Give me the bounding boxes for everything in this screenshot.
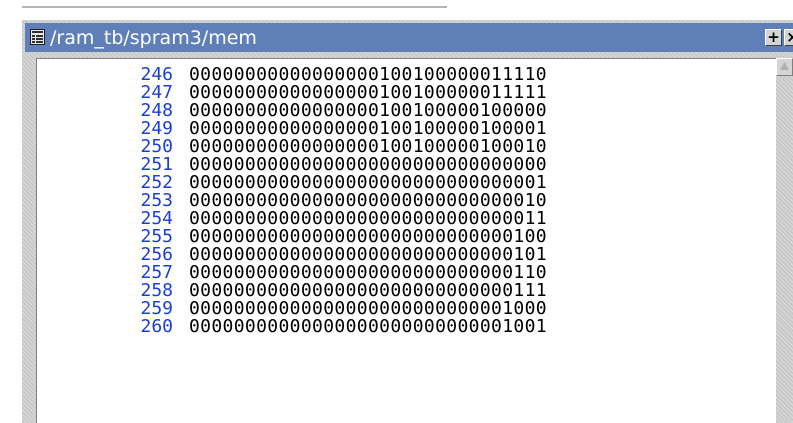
memory-address: 260 (140, 316, 173, 337)
vertical-scrollbar[interactable] (776, 58, 793, 423)
window-title: /ram_tb/spram3/mem (50, 27, 257, 49)
window-titlebar[interactable]: /ram_tb/spram3/mem + × (25, 23, 793, 52)
close-icon[interactable]: × (784, 29, 793, 46)
memory-list: 246 00000000000000000100100000011110 247 00… (37, 66, 776, 336)
memory-row[interactable]: 260 00000000000000000000000000001001 (37, 318, 776, 336)
memory-value[interactable]: 00000000000000000000000000001001 (189, 318, 547, 336)
memory-list-view[interactable]: 246 00000000000000000100100000011110 247 00… (36, 58, 776, 423)
plus-icon[interactable]: + (765, 29, 782, 46)
top-divider (22, 6, 447, 8)
memory-window: /ram_tb/spram3/mem + × 246 00000000000000… (22, 20, 793, 423)
scroll-up-button[interactable] (776, 58, 793, 76)
memory-window-icon (30, 29, 45, 45)
screen: /ram_tb/spram3/mem + × 246 00000000000000… (0, 0, 793, 423)
